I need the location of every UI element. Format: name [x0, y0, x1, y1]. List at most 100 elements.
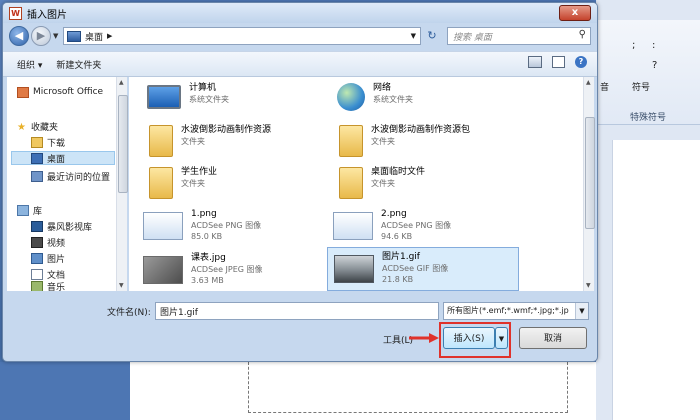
- file-name: 学生作业: [181, 167, 218, 177]
- scroll-down-icon[interactable]: ▼: [119, 282, 124, 289]
- path-separator-chevron-icon[interactable]: ▶: [107, 32, 112, 40]
- sidebar-item-libraries[interactable]: 库: [17, 203, 42, 217]
- png-thumbnail-icon: [333, 212, 373, 240]
- sidebar-item-label: 暴风影视库: [47, 222, 93, 233]
- scroll-up-icon[interactable]: ▲: [119, 79, 124, 86]
- filetype-value: 所有图片(*.emf;*.wmf;*.jpg;*.jp: [447, 306, 569, 315]
- address-path-box[interactable]: 桌面 ▶ ▼: [63, 27, 421, 45]
- new-folder-button[interactable]: 新建文件夹: [56, 58, 101, 71]
- sidebar-item-music[interactable]: 音乐: [31, 281, 65, 291]
- navigation-scrollbar[interactable]: ▲ ▼: [116, 77, 128, 291]
- ribbon-symbol[interactable]: ?: [652, 60, 657, 71]
- ribbon-side-label: 音: [600, 83, 610, 93]
- file-item[interactable]: 网络 系统文件夹: [327, 79, 513, 123]
- file-item-selected[interactable]: 图片1.gif ACDSee GIF 图像 21.8 KB: [327, 247, 519, 291]
- cancel-button[interactable]: 取消: [519, 327, 587, 349]
- file-type: 文件夹: [181, 179, 205, 188]
- video-library-icon: [31, 220, 43, 232]
- file-name: 计算机: [189, 83, 217, 93]
- path-segment[interactable]: 桌面: [85, 30, 103, 43]
- sidebar-item-videos[interactable]: 视频: [31, 235, 65, 249]
- file-item[interactable]: 课表.jpg ACDSee JPEG 图像 3.63 MB: [137, 249, 323, 293]
- scroll-thumb[interactable]: [118, 95, 128, 193]
- filetype-select[interactable]: 所有图片(*.emf;*.wmf;*.jpg;*.jp ▼: [443, 302, 589, 320]
- sidebar-item-label: 文档: [47, 270, 66, 281]
- search-placeholder: 搜索 桌面: [453, 33, 492, 43]
- sidebar-item-label: 桌面: [47, 154, 66, 165]
- ribbon-symbol[interactable]: :: [652, 40, 655, 51]
- file-size: 21.8 KB: [382, 275, 414, 284]
- chevron-down-icon[interactable]: ▼: [575, 303, 588, 319]
- insert-button[interactable]: 插入(S): [443, 327, 495, 349]
- network-icon: [337, 83, 365, 111]
- sidebar-item-desktop[interactable]: 桌面: [11, 151, 115, 165]
- office-icon: [17, 86, 29, 98]
- refresh-icon[interactable]: ↻: [423, 27, 441, 45]
- file-item[interactable]: 桌面临时文件 文件夹: [327, 163, 513, 207]
- gif-thumbnail-icon: [334, 255, 374, 283]
- preview-pane-icon[interactable]: [552, 56, 565, 68]
- file-name: 水波倒影动画制作资源包: [371, 125, 471, 135]
- sidebar-item-label: 音乐: [47, 282, 66, 292]
- file-list: 计算机 系统文件夹 网络 系统文件夹 水波倒影动画制作资源 文件夹 水波倒影动画制作资…: [129, 77, 583, 291]
- search-icon[interactable]: ⚲: [579, 29, 586, 40]
- file-type: ACDSee JPEG 图像: [191, 265, 263, 274]
- navigation-pane: Microsoft Office ★ 收藏夹 下载 桌面 最近访问的位置 库 暴…: [7, 77, 120, 291]
- dialog-titlebar[interactable]: W 插入图片: [3, 3, 597, 23]
- dialog-title: 插入图片: [27, 9, 67, 21]
- office-app-icon: W: [9, 6, 22, 20]
- file-item[interactable]: 水波倒影动画制作资源包 文件夹: [327, 121, 513, 165]
- filename-field[interactable]: 图片1.gif: [155, 302, 439, 320]
- file-item[interactable]: 1.png ACDSee PNG 图像 85.0 KB: [137, 205, 323, 249]
- desktop-icon: [31, 152, 43, 164]
- sidebar-item-documents[interactable]: 文档: [31, 267, 65, 281]
- file-item[interactable]: 水波倒影动画制作资源 文件夹: [137, 121, 323, 165]
- folder-icon: [339, 125, 363, 157]
- scroll-up-icon[interactable]: ▲: [586, 79, 591, 86]
- forward-arrow-icon[interactable]: ▶: [31, 26, 51, 46]
- back-arrow-icon[interactable]: ◀: [9, 26, 29, 46]
- insert-picture-dialog: W 插入图片 x ◀ ▶ ▼ 桌面 ▶ ▼ ↻ 搜索 桌面 ⚲ 组织 ▾ 新建文…: [2, 2, 598, 362]
- file-size: 94.6 KB: [381, 232, 413, 241]
- file-type: ACDSee PNG 图像: [381, 221, 452, 230]
- word-background-strip: [0, 362, 130, 420]
- ribbon-symbol-menu[interactable]: 符号: [632, 80, 650, 93]
- ribbon-symbol[interactable]: ;: [632, 40, 635, 51]
- computer-icon: [147, 85, 181, 109]
- file-item[interactable]: 计算机 系统文件夹: [137, 79, 323, 123]
- dialog-footer: 文件名(N): 图片1.gif 所有图片(*.emf;*.wmf;*.jpg;*…: [3, 295, 597, 361]
- sidebar-item-recent-places[interactable]: 最近访问的位置: [31, 169, 110, 183]
- file-list-scrollbar[interactable]: ▲ ▼: [583, 77, 595, 291]
- file-type: ACDSee PNG 图像: [191, 221, 262, 230]
- sidebar-item-label: 库: [33, 206, 43, 217]
- sidebar-item-video-library[interactable]: 暴风影视库: [31, 219, 92, 233]
- insert-options-dropdown-icon[interactable]: ▼: [495, 327, 508, 349]
- scroll-down-icon[interactable]: ▼: [586, 282, 591, 289]
- picture-placeholder-frame: [248, 362, 568, 413]
- document-canvas: [130, 362, 596, 420]
- library-icon: [17, 204, 29, 216]
- help-icon[interactable]: ?: [575, 56, 587, 68]
- file-size: 85.0 KB: [191, 232, 223, 241]
- close-button[interactable]: x: [559, 5, 591, 21]
- organize-button[interactable]: 组织 ▾: [17, 58, 42, 71]
- sidebar-item-pictures[interactable]: 图片: [31, 251, 65, 265]
- file-item[interactable]: 2.png ACDSee PNG 图像 94.6 KB: [327, 205, 513, 249]
- change-view-icon[interactable]: [528, 56, 542, 68]
- star-icon: ★: [17, 121, 26, 133]
- sidebar-item-favorites[interactable]: ★ 收藏夹: [17, 119, 58, 133]
- desktop-icon: [67, 30, 81, 42]
- sidebar-item-label: 视频: [47, 238, 66, 249]
- recent-places-icon: [31, 170, 43, 182]
- jpg-thumbnail-icon: [143, 256, 183, 284]
- command-toolbar: 组织 ▾ 新建文件夹 ?: [3, 51, 597, 77]
- file-name: 图片1.gif: [382, 252, 420, 262]
- sidebar-item-microsoft-office[interactable]: Microsoft Office: [17, 85, 103, 99]
- search-input[interactable]: 搜索 桌面 ⚲: [447, 27, 591, 45]
- file-item[interactable]: 学生作业 文件夹: [137, 163, 323, 207]
- scroll-thumb[interactable]: [585, 117, 595, 229]
- sidebar-item-downloads[interactable]: 下载: [31, 135, 65, 149]
- history-dropdown-icon[interactable]: ▼: [53, 32, 58, 40]
- file-name: 网络: [373, 83, 392, 93]
- path-dropdown-icon[interactable]: ▼: [411, 32, 416, 40]
